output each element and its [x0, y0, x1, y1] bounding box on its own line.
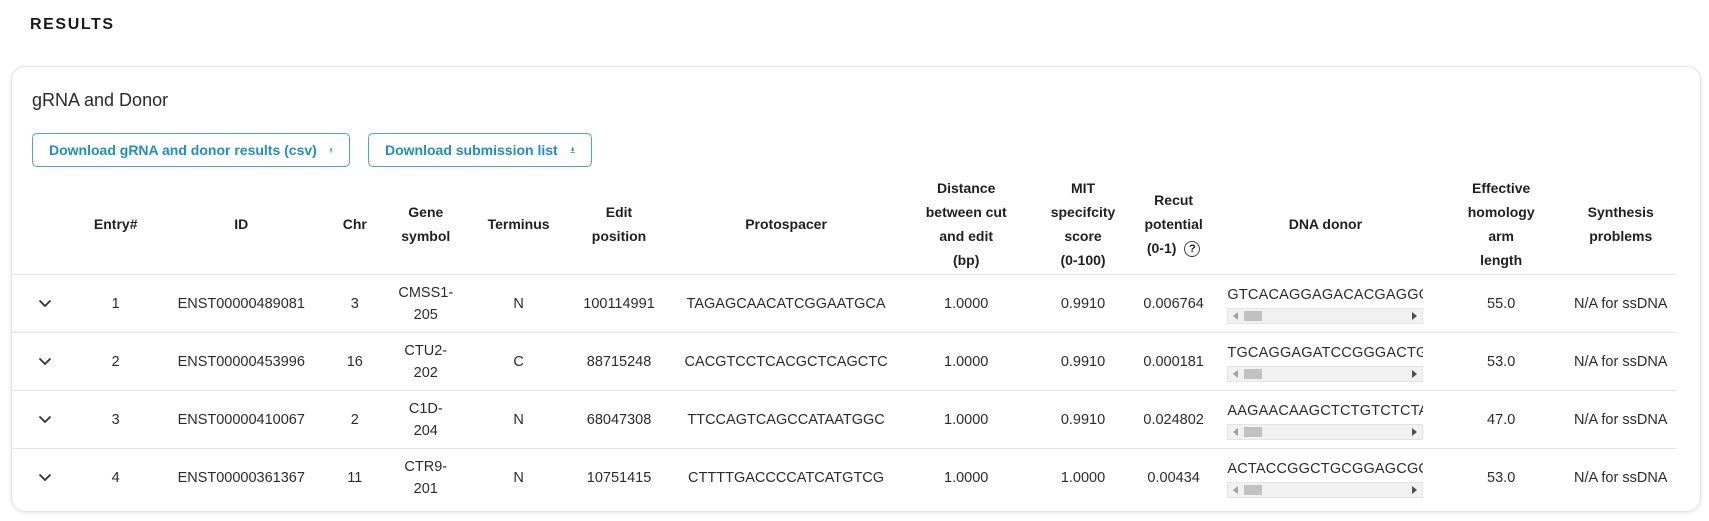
cell-edit-position: 100114991 [566, 274, 672, 333]
cell-id: ENST00000453996 [153, 332, 329, 391]
cell-terminus: N [470, 274, 567, 333]
cell-homology-arm: 47.0 [1437, 390, 1565, 449]
cell-distance: 1.0000 [900, 390, 1032, 449]
cell-distance: 1.0000 [900, 332, 1032, 391]
results-table: Entry# ID Chr Gene symbol Terminus Edit … [12, 174, 1677, 506]
download-submission-button[interactable]: Download submission list [368, 133, 592, 167]
cell-terminus: N [513, 469, 524, 486]
cell-entry: 1 [77, 274, 154, 333]
table-row: 2 ENST00000453996 16 CTU2- 202 C 88715248… [12, 332, 1677, 391]
cell-id: ENST00000361367 [177, 469, 305, 486]
header-mit-score[interactable]: MIT specifcity score (0-100) [1031, 174, 1135, 275]
expand-row-button[interactable] [12, 449, 78, 507]
cell-gene-symbol: C1D- 204 [381, 390, 471, 449]
cell-synthesis: N/A for ssDNA [1564, 274, 1677, 333]
header-dna-donor[interactable]: DNA donor [1212, 174, 1438, 275]
cell-dna-donor: ACTACCGGCTGCGGAGCGGC [1213, 449, 1438, 507]
cell-edit-position: 10751415 [586, 469, 652, 486]
cell-edit-position: 88715248 [566, 332, 672, 391]
cell-synthesis: N/A for ssDNA [1564, 390, 1677, 449]
table-row: 4 ENST00000361367 11 CTR9- 201 N 10751415… [12, 449, 1677, 507]
horizontal-scrollbar[interactable] [1227, 307, 1424, 324]
help-circle-icon[interactable]: ? [1184, 241, 1201, 258]
cell-distance: 1.0000 [944, 469, 989, 486]
cell-chr: 3 [328, 274, 382, 333]
expand-row-button[interactable] [12, 390, 78, 449]
horizontal-scrollbar[interactable] [1227, 365, 1424, 382]
download-icon [329, 147, 333, 153]
cell-gene-symbol: CTU2- 202 [381, 332, 471, 391]
cell-dna-donor: GTCACAGGAGACACGAGGGC [1212, 274, 1438, 333]
cell-homology-arm: 53.0 [1437, 332, 1565, 391]
card-title: gRNA and Donor [32, 90, 169, 110]
table-row: 3 ENST00000410067 2 C1D- 204 N 68047308 T… [12, 390, 1677, 449]
cell-protospacer: TTCCAGTCAGCCATAATGGC [671, 390, 901, 449]
header-synthesis[interactable]: Synthesis problems [1564, 174, 1677, 275]
cell-terminus: N [470, 390, 567, 449]
download-icon [570, 147, 575, 153]
dna-donor-sequence: ACTACCGGCTGCGGAGCGGC [1227, 460, 1424, 477]
cell-mit-score: 0.9910 [1031, 390, 1135, 449]
table-header-row: Entry# ID Chr Gene symbol Terminus Edit … [12, 174, 1677, 275]
header-entry[interactable]: Entry# [77, 174, 154, 275]
results-heading: RESULTS [30, 16, 115, 33]
cell-mit-score: 0.9910 [1031, 332, 1135, 391]
expand-row-button[interactable] [12, 274, 78, 333]
cell-id: ENST00000489081 [153, 274, 329, 333]
header-expand [12, 174, 78, 275]
cell-recut: 0.00434 [1147, 469, 1200, 486]
cell-recut: 0.024802 [1134, 390, 1213, 449]
download-csv-button[interactable]: Download gRNA and donor results (csv) [32, 133, 350, 167]
horizontal-scrollbar[interactable] [1227, 423, 1424, 440]
cell-chr: 11 [347, 469, 363, 486]
header-edit-position[interactable]: Edit position [566, 174, 672, 275]
chevron-down-icon [38, 299, 51, 307]
header-gene-symbol[interactable]: Gene symbol [381, 174, 471, 275]
cell-gene-symbol: CMSS1- 205 [381, 274, 471, 333]
cell-chr: 16 [328, 332, 382, 391]
header-chr[interactable]: Chr [328, 174, 382, 275]
chevron-down-icon [38, 415, 51, 423]
cell-protospacer: TAGAGCAACATCGGAATGCA [671, 274, 901, 333]
cell-distance: 1.0000 [900, 274, 1032, 333]
cell-protospacer: CACGTCCTCACGCTCAGCTC [671, 332, 901, 391]
cell-dna-donor: TGCAGGAGATCCGGGACTGTC [1212, 332, 1438, 391]
dna-donor-sequence: TGCAGGAGATCCGGGACTGTC [1227, 344, 1424, 361]
cell-synthesis: N/A for ssDNA [1574, 469, 1668, 486]
cell-dna-donor: AAGAACAAGCTCTGTCTCTAA [1212, 390, 1438, 449]
cell-mit-score: 0.9910 [1031, 274, 1135, 333]
header-protospacer[interactable]: Protospacer [671, 174, 901, 275]
chevron-down-icon [38, 357, 51, 365]
dna-donor-sequence: AAGAACAAGCTCTGTCTCTAA [1227, 402, 1424, 419]
cell-mit-score: 1.0000 [1060, 469, 1106, 486]
cell-entry: 4 [111, 469, 120, 486]
cell-entry: 2 [77, 332, 154, 391]
cell-recut: 0.000181 [1134, 332, 1213, 391]
header-recut[interactable]: Recut potential (0-1)? [1134, 174, 1213, 275]
cell-edit-position: 68047308 [566, 390, 672, 449]
cell-protospacer: CTTTTGACCCCATCATGTCG [688, 469, 885, 486]
header-homology-arm[interactable]: Effective homology arm length [1437, 174, 1565, 275]
cell-homology-arm: 55.0 [1437, 274, 1565, 333]
horizontal-scrollbar[interactable] [1227, 481, 1424, 498]
chevron-down-icon [38, 473, 51, 481]
cell-homology-arm: 53.0 [1487, 469, 1516, 486]
download-csv-label: Download gRNA and donor results (csv) [49, 142, 317, 158]
cell-gene-symbol: CTR9- 201 [404, 458, 448, 497]
header-terminus[interactable]: Terminus [470, 174, 567, 275]
dna-donor-sequence: GTCACAGGAGACACGAGGGC [1227, 286, 1424, 303]
table-row: 1 ENST00000489081 3 CMSS1- 205 N 10011499… [12, 274, 1677, 333]
cell-id: ENST00000410067 [153, 390, 329, 449]
header-distance[interactable]: Distance between cut and edit (bp) [900, 174, 1032, 275]
cell-synthesis: N/A for ssDNA [1564, 332, 1677, 391]
grna-donor-card: gRNA and Donor Download gRNA and donor r… [11, 66, 1701, 512]
header-id[interactable]: ID [153, 174, 329, 275]
cell-entry: 3 [77, 390, 154, 449]
expand-row-button[interactable] [12, 332, 78, 391]
cell-recut: 0.006764 [1134, 274, 1213, 333]
cell-terminus: C [470, 332, 567, 391]
cell-chr: 2 [328, 390, 382, 449]
download-submission-label: Download submission list [385, 142, 558, 158]
